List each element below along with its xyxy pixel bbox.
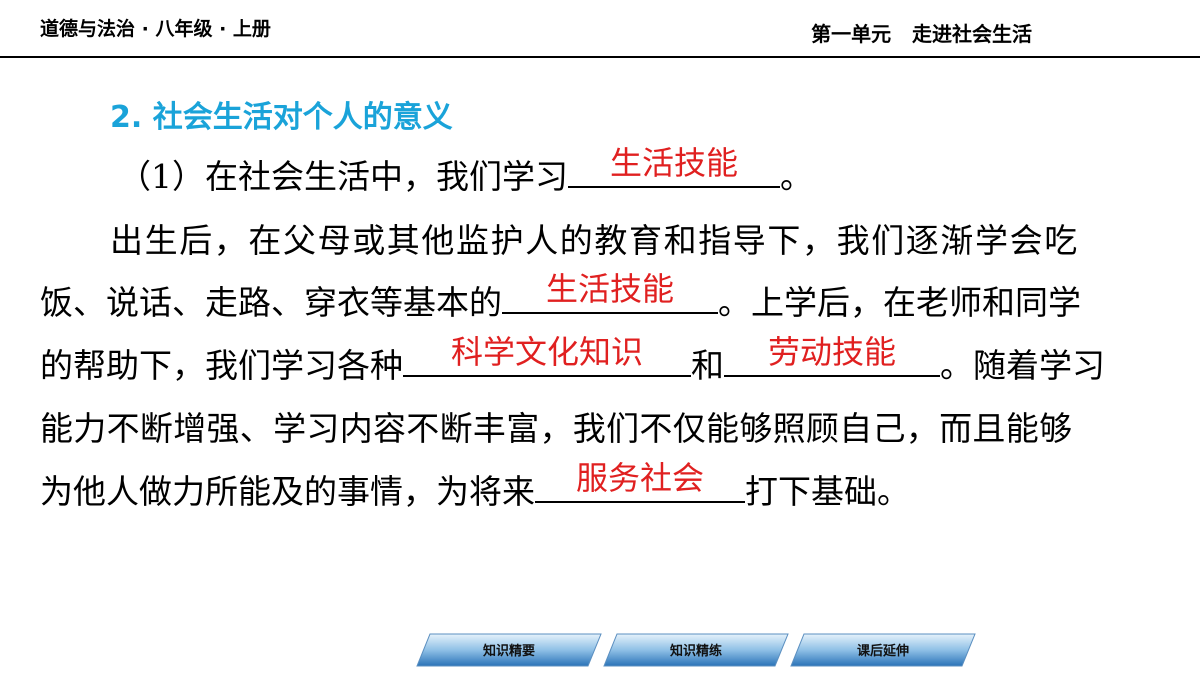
paragraph-2-line-4: 能力不断增强、学习内容不断丰富，我们不仅能够照顾自己，而且能够 — [40, 409, 1073, 448]
nav-button-label: 知识精练 — [669, 644, 722, 659]
paragraph-2-line-2: 饭、说话、走路、穿衣等基本的 生活技能 。上学后，在老师和同学 — [40, 270, 1160, 324]
answer-text: 劳动技能 — [767, 333, 896, 371]
header-divider — [0, 56, 1200, 58]
paragraph-1-suffix: 。 — [780, 157, 813, 196]
answer-text: 科学文化知识 — [450, 333, 643, 371]
answer-text: 服务社会 — [575, 459, 704, 497]
nav-button-label: 知识精要 — [482, 644, 535, 659]
header-course-title: 道德与法治 · 八年级 · 上册 — [40, 18, 271, 40]
line-3-prefix: 的帮助下，我们学习各种 — [40, 346, 403, 385]
fill-blank: 生活技能 — [502, 270, 718, 314]
fill-blank: 科学文化知识 — [403, 333, 691, 377]
line-2-suffix: 。上学后，在老师和同学 — [718, 283, 1081, 322]
nav-button-knowledge-practice[interactable]: 知识精练 — [603, 633, 789, 667]
paragraph-2-line-3: 的帮助下，我们学习各种 科学文化知识 和 劳动技能 。随着学习 — [40, 333, 1160, 387]
line-5-suffix: 打下基础。 — [745, 472, 910, 511]
nav-button-knowledge-summary[interactable]: 知识精要 — [416, 633, 602, 667]
paragraph-1-prefix: （1）在社会生活中，我们学习 — [118, 157, 568, 196]
fill-blank: 劳动技能 — [724, 333, 940, 377]
line-3-suffix: 。随着学习 — [940, 346, 1105, 385]
fill-blank: 生活技能 — [568, 144, 780, 188]
header-unit-title: 第一单元 走进社会生活 — [811, 22, 1032, 46]
section-title: 2. 社会生活对个人的意义 — [110, 100, 453, 135]
fill-blank: 服务社会 — [535, 459, 745, 503]
line-2-prefix: 饭、说话、走路、穿衣等基本的 — [40, 283, 502, 322]
line-5-prefix: 为他人做力所能及的事情，为将来 — [40, 472, 535, 511]
paragraph-2-line-1: 出生后，在父母或其他监护人的教育和指导下，我们逐渐学会吃 — [110, 221, 1079, 260]
nav-button-label: 课后延伸 — [856, 644, 909, 659]
paragraph-2-line-5: 为他人做力所能及的事情，为将来 服务社会 打下基础。 — [40, 459, 1160, 513]
answer-text: 生活技能 — [545, 270, 674, 308]
answer-text: 生活技能 — [609, 144, 738, 182]
paragraph-1-line: （1）在社会生活中，我们学习 生活技能 。 — [118, 144, 1160, 198]
nav-button-after-class[interactable]: 课后延伸 — [790, 633, 976, 667]
line-3-mid: 和 — [691, 346, 724, 385]
